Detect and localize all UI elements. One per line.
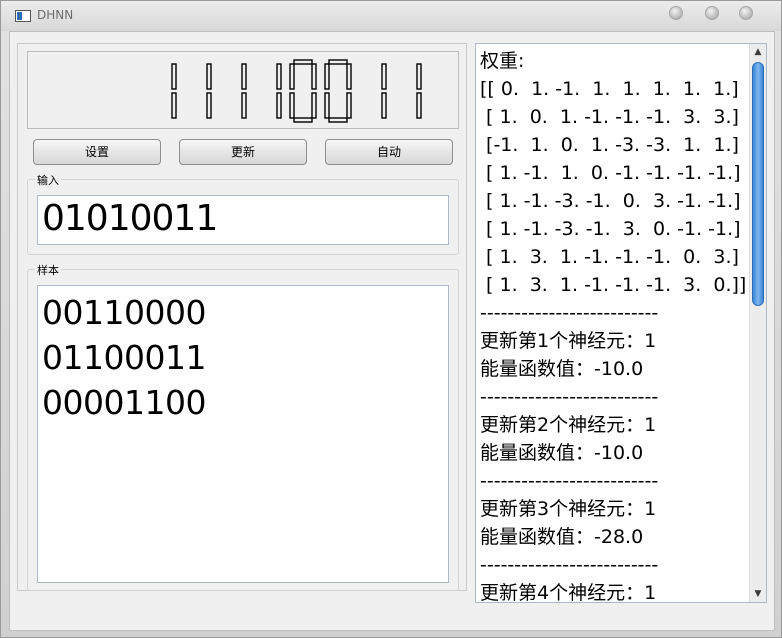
settings-button[interactable]: 设置 <box>33 139 161 165</box>
scroll-down-arrow-icon[interactable]: ▼ <box>750 586 766 602</box>
sample-line-3: 00001100 <box>42 383 206 422</box>
log-line: 更新第2个神经元：1 <box>480 414 657 436</box>
log-content: 权重: [[ 0. 1. -1. 1. 1. 1. 1. 1.] [ 1. 0. … <box>480 47 748 603</box>
scroll-up-arrow-icon[interactable]: ▲ <box>750 44 766 60</box>
lcd-segment <box>289 63 295 90</box>
lcd-segment <box>171 92 177 119</box>
lcd-segment <box>346 63 352 90</box>
lcd-digit <box>206 63 212 119</box>
log-line: 能量函数值：-28.0 <box>480 526 644 548</box>
lcd-segment <box>311 63 317 90</box>
log-textarea[interactable]: 权重: [[ 0. 1. -1. 1. 1. 1. 1. 1.] [ 1. 0. … <box>475 43 767 603</box>
vertical-scrollbar[interactable]: ▲ ▼ <box>749 44 766 602</box>
log-line: 更新第1个神经元：1 <box>480 330 657 352</box>
lcd-segment <box>293 117 313 123</box>
log-line: -------------------------- <box>480 470 659 492</box>
input-value: 01010011 <box>42 198 218 239</box>
log-line: [[ 0. 1. -1. 1. 1. 1. 1. 1.] <box>480 78 739 100</box>
log-line: -------------------------- <box>480 386 659 408</box>
update-button[interactable]: 更新 <box>179 139 307 165</box>
app-icon <box>15 10 31 22</box>
log-line: [ 1. 3. 1. -1. -1. -1. 3. 0.]] <box>480 274 747 296</box>
lcd-segment <box>276 92 282 119</box>
log-line: [ 1. -1. -3. -1. 3. 0. -1. -1.] <box>480 218 741 240</box>
lcd-segment <box>206 92 212 119</box>
auto-button[interactable]: 自动 <box>325 139 453 165</box>
lcd-segment <box>416 92 422 119</box>
lcd-segment <box>311 92 317 119</box>
samples-textarea[interactable]: 00110000 01100011 00001100 <box>37 285 449 583</box>
scrollbar-thumb[interactable] <box>752 62 764 306</box>
lcd-segment <box>381 63 387 90</box>
lcd-segment <box>206 63 212 90</box>
log-line: 权重: <box>480 50 525 72</box>
log-line: 更新第3个神经元：1 <box>480 498 657 520</box>
log-line: [ 1. -1. 1. 0. -1. -1. -1. -1.] <box>480 162 741 184</box>
lcd-digit <box>324 59 352 123</box>
main-window: DHNN 设置 更新 自动 输入 01010011 样本 00110000 01… <box>0 0 782 638</box>
lcd-segment <box>241 63 247 90</box>
lcd-digit <box>381 63 387 119</box>
lcd-segment <box>328 117 348 123</box>
lcd-segment <box>346 92 352 119</box>
lcd-digit <box>171 63 177 119</box>
log-line: 能量函数值：-10.0 <box>480 358 644 380</box>
lcd-segment <box>324 92 330 119</box>
log-line: [ 1. 0. 1. -1. -1. -1. 3. 3.] <box>480 106 739 128</box>
lcd-segment <box>293 59 313 65</box>
log-line: 更新第4个神经元：1 <box>480 582 657 603</box>
input-field[interactable]: 01010011 <box>37 195 449 245</box>
log-line: [-1. 1. 0. 1. -3. -3. 1. 1.] <box>480 134 739 156</box>
lcd-segment <box>324 63 330 90</box>
lcd-digit <box>241 63 247 119</box>
lcd-display <box>27 51 459 129</box>
lcd-segment <box>328 59 348 65</box>
samples-group-label: 样本 <box>35 262 61 278</box>
maximize-button[interactable] <box>705 6 719 20</box>
log-line: [ 1. -1. -3. -1. 0. 3. -1. -1.] <box>480 190 741 212</box>
lcd-segment <box>289 92 295 119</box>
sample-line-2: 01100011 <box>42 338 206 377</box>
log-line: [ 1. 3. 1. -1. -1. -1. 0. 3.] <box>480 246 739 268</box>
lcd-digit <box>276 63 282 119</box>
log-line: -------------------------- <box>480 554 659 576</box>
lcd-segment <box>171 63 177 90</box>
lcd-digits <box>171 59 422 123</box>
lcd-segment <box>276 63 282 90</box>
close-button[interactable] <box>739 6 753 20</box>
window-title: DHNN <box>37 8 74 22</box>
lcd-digit <box>289 59 317 123</box>
lcd-segment <box>381 92 387 119</box>
lcd-digit <box>416 63 422 119</box>
input-group-label: 输入 <box>35 172 61 188</box>
log-line: 能量函数值：-10.0 <box>480 442 644 464</box>
title-bar[interactable]: DHNN <box>1 1 781 31</box>
log-line: -------------------------- <box>480 302 659 324</box>
minimize-button[interactable] <box>669 6 683 20</box>
lcd-segment <box>241 92 247 119</box>
lcd-segment <box>416 63 422 90</box>
sample-line-1: 00110000 <box>42 293 206 332</box>
